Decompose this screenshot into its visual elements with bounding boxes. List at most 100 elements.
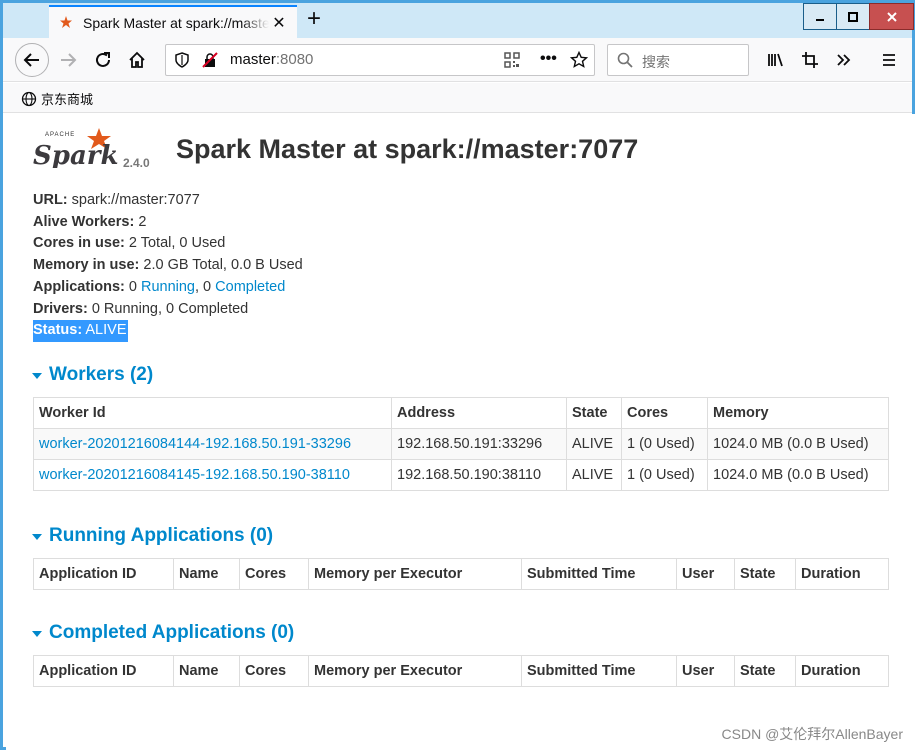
- library-button[interactable]: [761, 45, 791, 75]
- summary-memory: Memory in use: 2.0 GB Total, 0.0 B Used: [33, 257, 303, 274]
- master-summary: URL: spark://master:7077 Alive Workers: …: [33, 190, 303, 342]
- table-cell: ALIVE: [566, 459, 622, 491]
- bookmark-label: 京东商城: [41, 92, 94, 107]
- table-cell: 1024.0 MB (0.0 B Used): [707, 428, 889, 460]
- summary-cores: Cores in use: 2 Total, 0 Used: [33, 235, 226, 252]
- workers-heading[interactable]: Workers (2): [32, 364, 153, 386]
- reload-button[interactable]: [88, 45, 118, 75]
- back-button[interactable]: [15, 43, 49, 77]
- summary-drivers: Drivers: 0 Running, 0 Completed: [33, 300, 249, 317]
- forward-arrow-icon: [61, 53, 77, 67]
- column-header[interactable]: Duration: [795, 655, 889, 687]
- summary-alive-workers: Alive Workers: 2: [33, 213, 147, 230]
- svg-text:APACHE: APACHE: [45, 132, 75, 138]
- maximize-button[interactable]: [836, 3, 870, 30]
- caret-down-icon: [32, 373, 42, 379]
- completed-apps-table: Application ID Name Cores Memory per Exe…: [33, 655, 889, 687]
- table-header-row: Application ID Name Cores Memory per Exe…: [33, 655, 889, 687]
- worker-link[interactable]: worker-20201216084145-192.168.50.190-381…: [39, 467, 350, 483]
- url-text[interactable]: master:8080: [230, 51, 313, 68]
- search-placeholder: 搜索: [642, 54, 670, 70]
- tab-strip: Spark Master at spark://master:7077 ✕ +: [3, 3, 914, 38]
- column-header[interactable]: Application ID: [33, 558, 174, 590]
- table-cell: 192.168.50.190:38110: [391, 459, 567, 491]
- search-input[interactable]: 搜索: [607, 44, 749, 76]
- address-bar[interactable]: master:8080 •••: [165, 44, 595, 76]
- watermark: CSDN @艾伦拜尔AllenBayer: [721, 726, 903, 742]
- hamburger-menu-button[interactable]: [874, 45, 904, 75]
- column-header[interactable]: Duration: [795, 558, 889, 590]
- home-icon: [129, 51, 145, 68]
- workers-table: Worker Id Address State Cores Memory wor…: [33, 397, 889, 491]
- worker-link[interactable]: worker-20201216084144-192.168.50.191-332…: [39, 436, 351, 452]
- column-header[interactable]: Name: [173, 558, 240, 590]
- caret-down-icon: [32, 534, 42, 540]
- column-header[interactable]: State: [734, 558, 796, 590]
- column-header[interactable]: Cores: [239, 655, 309, 687]
- browser-window: Spark Master at spark://master:7077 ✕ +: [0, 0, 915, 750]
- overflow-menu-button[interactable]: [829, 45, 859, 75]
- bookmark-star-icon[interactable]: [569, 50, 589, 74]
- crop-icon: [802, 52, 818, 68]
- forward-button[interactable]: [53, 45, 83, 75]
- column-header[interactable]: State: [734, 655, 796, 687]
- page-content: APACHE Spark 2.4.0 Spark Master at spark…: [6, 114, 915, 750]
- screenshot-button[interactable]: [795, 45, 825, 75]
- close-window-button[interactable]: [869, 3, 914, 30]
- insecure-lock-icon[interactable]: [202, 52, 218, 73]
- column-header[interactable]: Memory per Executor: [308, 655, 522, 687]
- svg-text:Spark: Spark: [33, 141, 119, 168]
- search-icon: [617, 52, 633, 73]
- table-header-row: Application ID Name Cores Memory per Exe…: [33, 558, 889, 590]
- table-cell: 1 (0 Used): [621, 459, 708, 491]
- running-apps-heading-text: Running Applications (0): [49, 525, 274, 546]
- column-header[interactable]: State: [566, 397, 622, 429]
- column-header[interactable]: Submitted Time: [521, 558, 677, 590]
- hamburger-icon: [883, 54, 895, 66]
- shield-icon[interactable]: [174, 52, 190, 73]
- spark-version: 2.4.0: [123, 156, 150, 170]
- running-apps-table: Application ID Name Cores Memory per Exe…: [33, 558, 889, 590]
- completed-apps-link[interactable]: Completed: [215, 279, 285, 295]
- completed-apps-heading[interactable]: Completed Applications (0): [32, 622, 294, 644]
- minimize-button[interactable]: [803, 3, 837, 30]
- column-header[interactable]: Cores: [239, 558, 309, 590]
- spark-logo[interactable]: APACHE Spark: [31, 126, 121, 173]
- page-title: Spark Master at spark://master:7077: [176, 134, 639, 164]
- column-header[interactable]: Submitted Time: [521, 655, 677, 687]
- summary-status: Status: ALIVE: [33, 320, 303, 342]
- table-header-row: Worker Id Address State Cores Memory: [33, 397, 889, 429]
- workers-heading-text: Workers (2): [49, 364, 154, 385]
- column-header[interactable]: User: [676, 655, 735, 687]
- summary-applications: Applications: 0 Running, 0 Completed: [33, 278, 286, 295]
- reload-icon: [96, 52, 110, 67]
- new-tab-button[interactable]: +: [301, 7, 327, 33]
- close-tab-icon[interactable]: ✕: [269, 13, 289, 33]
- column-header[interactable]: Worker Id: [33, 397, 392, 429]
- table-row: worker-20201216084144-192.168.50.191-332…: [33, 428, 889, 460]
- completed-apps-heading-text: Completed Applications (0): [49, 622, 295, 643]
- spark-favicon-icon: [57, 15, 73, 31]
- column-header[interactable]: Name: [173, 655, 240, 687]
- library-icon: [768, 53, 783, 67]
- column-header[interactable]: Address: [391, 397, 567, 429]
- back-arrow-icon: [23, 53, 39, 67]
- summary-url: URL: spark://master:7077: [33, 192, 200, 208]
- tab-title: Spark Master at spark://master:7077: [83, 14, 269, 31]
- running-apps-link[interactable]: Running: [141, 279, 195, 295]
- page-actions-icon[interactable]: •••: [540, 50, 557, 68]
- column-header[interactable]: Memory: [707, 397, 889, 429]
- bookmark-jd[interactable]: 京东商城: [21, 89, 93, 108]
- running-apps-heading[interactable]: Running Applications (0): [32, 525, 273, 547]
- column-header[interactable]: Application ID: [33, 655, 174, 687]
- column-header[interactable]: Memory per Executor: [308, 558, 522, 590]
- caret-down-icon: [32, 631, 42, 637]
- navigation-toolbar: master:8080 ••• 搜索: [3, 38, 912, 82]
- column-header[interactable]: User: [676, 558, 735, 590]
- table-cell: 1 (0 Used): [621, 428, 708, 460]
- tab-active[interactable]: Spark Master at spark://master:7077 ✕: [49, 5, 297, 38]
- home-button[interactable]: [122, 45, 152, 75]
- qr-code-icon[interactable]: [504, 52, 520, 73]
- column-header[interactable]: Cores: [621, 397, 708, 429]
- globe-icon: [21, 91, 37, 106]
